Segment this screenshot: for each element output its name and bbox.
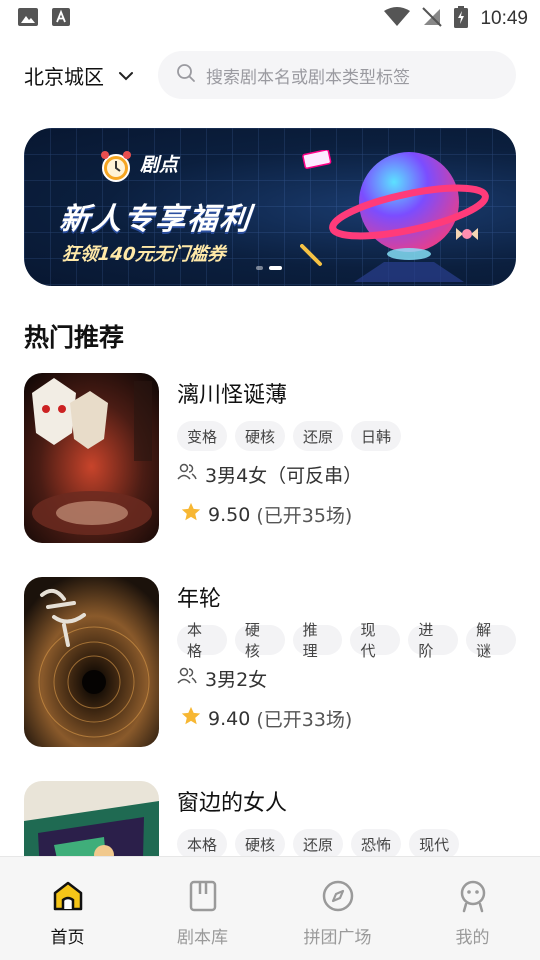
tag: 现代	[409, 829, 460, 859]
banner-subtitle: 狂领140元无门槛券	[60, 244, 227, 265]
rating: 9.40 (已开33场)	[180, 705, 352, 732]
banner-pagination	[256, 266, 282, 270]
chevron-down-icon	[118, 66, 134, 85]
tag-list: 本格 硬核 还原 恐怖 现代	[177, 829, 460, 859]
player-count-text: 3男4女（可反串）	[205, 465, 363, 487]
tag-list: 变格 硬核 还原 日韩	[177, 421, 402, 451]
tab-label: 剧本库	[177, 928, 228, 948]
tag: 本格	[177, 829, 228, 859]
app-root: 10:49 北京城区 搜索剧本名或剧本类型标签 剧点 新人专享福利 狂领140元…	[0, 0, 540, 960]
status-time: 10:49	[480, 8, 528, 29]
tab-label: 首页	[50, 928, 85, 948]
rating-value: 9.40	[208, 707, 251, 730]
player-count: 3男4女（可反串）	[177, 461, 362, 488]
star-icon	[180, 501, 202, 528]
bottom-tab-bar: 首页 剧本库 拼团广场 我的	[0, 856, 540, 960]
tag: 进阶	[408, 621, 459, 660]
tag: 日韩	[351, 421, 402, 451]
tag: 推理	[292, 621, 343, 660]
city-label: 北京城区	[24, 64, 104, 89]
ticket-decoration-icon	[302, 149, 332, 174]
tab-group-square[interactable]: 拼团广场	[270, 857, 405, 960]
search-icon	[176, 63, 196, 87]
promo-banner[interactable]: 剧点 新人专享福利 狂领140元无门槛券	[24, 128, 516, 286]
player-count: 3男2女	[177, 665, 267, 692]
tag: 变格	[177, 421, 228, 451]
tag: 硬核	[235, 421, 286, 451]
session-count: (已开33场)	[256, 709, 353, 731]
player-count-text: 3男2女	[205, 669, 268, 691]
tag: 本格	[177, 621, 227, 660]
book-icon	[186, 879, 220, 917]
users-icon	[177, 463, 197, 486]
tab-label: 我的	[455, 928, 490, 948]
tab-label: 拼团广场	[303, 928, 372, 948]
tag: 现代	[350, 621, 401, 660]
city-picker[interactable]: 北京城区	[24, 58, 134, 92]
script-title: 漓川怪诞薄	[177, 383, 288, 408]
tag-list: 本格 硬核 推理 现代 进阶 解谜	[177, 621, 516, 660]
compass-icon	[321, 879, 355, 917]
image-icon	[18, 8, 38, 30]
status-bar: 10:49	[0, 0, 540, 36]
tag: 还原	[293, 421, 344, 451]
font-icon	[52, 8, 70, 30]
rating-value: 9.50	[208, 503, 251, 526]
tag: 硬核	[235, 829, 286, 859]
pagination-dot-active[interactable]	[269, 266, 282, 270]
tag: 恐怖	[351, 829, 402, 859]
section-title: 热门推荐	[24, 323, 125, 352]
tag: 还原	[293, 829, 344, 859]
search-input[interactable]: 搜索剧本名或剧本类型标签	[158, 51, 516, 99]
tag: 硬核	[234, 621, 285, 660]
tag: 解谜	[466, 621, 516, 660]
banner-title: 新人专享福利	[57, 202, 254, 237]
script-card[interactable]: 年轮 本格 硬核 推理 现代 进阶 解谜 3男2女 9.40 (已开33场)	[24, 577, 516, 749]
search-placeholder: 搜索剧本名或剧本类型标签	[206, 67, 410, 88]
script-poster[interactable]	[24, 373, 159, 543]
star-icon	[180, 705, 202, 732]
battery-charging-icon	[454, 6, 469, 32]
planet-illustration	[324, 142, 494, 286]
script-title: 年轮	[177, 587, 222, 612]
script-title: 窗边的女人	[177, 791, 288, 816]
alarm-clock-icon	[98, 148, 134, 188]
candy-decoration-icon	[454, 224, 480, 248]
pencil-decoration-icon	[300, 244, 324, 272]
script-poster[interactable]	[24, 577, 159, 747]
home-icon	[51, 879, 85, 917]
script-card[interactable]: 漓川怪诞薄 变格 硬核 还原 日韩 3男4女（可反串） 9.50 (已开35场)	[24, 373, 516, 545]
rating: 9.50 (已开35场)	[180, 501, 352, 528]
profile-icon	[456, 879, 490, 917]
banner-brand: 剧点	[140, 154, 179, 176]
session-count: (已开35场)	[256, 505, 353, 527]
users-icon	[177, 667, 197, 690]
tab-home[interactable]: 首页	[0, 857, 135, 960]
pagination-dot[interactable]	[256, 266, 263, 270]
no-signal-icon	[422, 7, 443, 31]
wifi-icon	[384, 7, 411, 31]
tab-profile[interactable]: 我的	[405, 857, 540, 960]
tab-script-library[interactable]: 剧本库	[135, 857, 270, 960]
